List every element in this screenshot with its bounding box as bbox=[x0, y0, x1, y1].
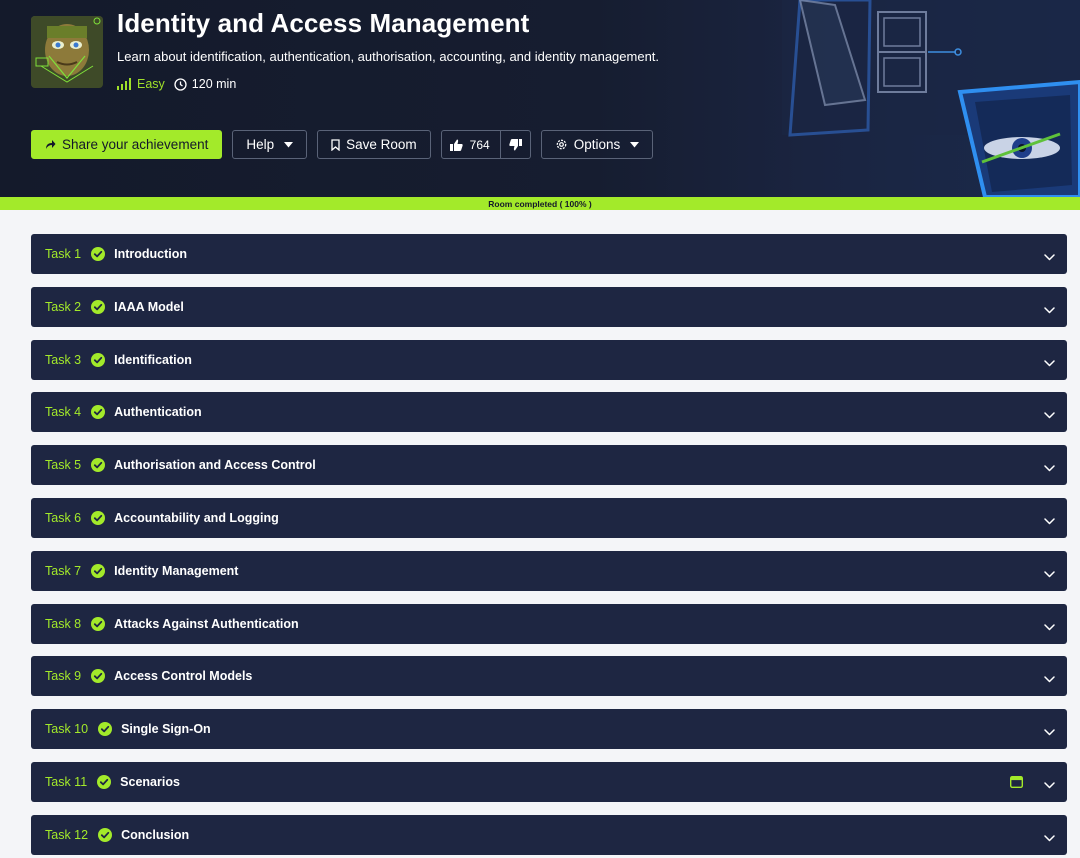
task-number: Task 5 bbox=[45, 458, 82, 473]
task-row[interactable]: Task 6 Accountability and Logging bbox=[31, 497, 1067, 538]
task-number: Task 9 bbox=[45, 669, 82, 684]
room-meta: Easy 120 min bbox=[117, 77, 236, 91]
thumbs-up-icon bbox=[449, 139, 463, 151]
task-number: Task 4 bbox=[45, 405, 82, 420]
task-row[interactable]: Task 1 Introduction bbox=[31, 234, 1067, 274]
difficulty-label: Easy bbox=[137, 77, 165, 91]
check-circle-icon bbox=[91, 247, 106, 261]
share-achievement-button[interactable]: Share your achievement bbox=[31, 130, 223, 159]
task-number: Task 3 bbox=[45, 352, 82, 367]
check-circle-icon bbox=[97, 774, 112, 789]
check-circle-icon bbox=[98, 722, 113, 737]
check-circle-icon bbox=[91, 616, 106, 631]
check-circle-icon bbox=[91, 563, 106, 578]
share-icon bbox=[46, 140, 56, 149]
bookmark-icon bbox=[331, 138, 340, 151]
upvote-button[interactable]: 764 bbox=[442, 131, 501, 158]
room-title: Identity and Access Management bbox=[117, 8, 530, 38]
chevron-down-icon[interactable] bbox=[1044, 670, 1055, 688]
signal-bars-icon bbox=[117, 78, 131, 90]
room-icon bbox=[31, 16, 103, 88]
caret-down-icon bbox=[284, 141, 294, 147]
task-row[interactable]: Task 5 Authorisation and Access Control bbox=[31, 445, 1067, 486]
help-label: Help bbox=[246, 137, 275, 152]
room-header: Identity and Access Management Learn abo… bbox=[0, 0, 1080, 197]
task-title: Single Sign-On bbox=[121, 722, 211, 737]
options-button[interactable]: Options bbox=[540, 130, 654, 159]
check-circle-icon bbox=[98, 827, 113, 842]
task-list: Task 1 Introduction Task 2 IAAA Model Task 3… bbox=[31, 234, 1067, 858]
task-row[interactable]: Task 8 Attacks Against Authentication bbox=[31, 603, 1067, 644]
task-row[interactable]: Task 7 Identity Management bbox=[31, 550, 1067, 591]
chevron-down-icon[interactable] bbox=[1044, 459, 1055, 477]
options-label: Options bbox=[573, 137, 621, 152]
room-progress-bar: Room completed ( 100% ) bbox=[0, 197, 1080, 210]
check-circle-icon bbox=[91, 405, 106, 420]
vote-group: 764 bbox=[440, 130, 531, 159]
task-title: IAAA Model bbox=[114, 299, 184, 314]
chevron-down-icon[interactable] bbox=[1044, 406, 1055, 424]
chevron-down-icon[interactable] bbox=[1044, 248, 1055, 266]
browser-window-icon[interactable] bbox=[1009, 775, 1024, 793]
check-circle-icon bbox=[91, 458, 106, 473]
task-title: Authentication bbox=[114, 405, 202, 420]
duration-label: 120 min bbox=[191, 77, 237, 91]
chevron-down-icon[interactable] bbox=[1044, 301, 1055, 319]
chevron-down-icon[interactable] bbox=[1044, 723, 1055, 741]
task-number: Task 1 bbox=[45, 247, 82, 261]
task-title: Attacks Against Authentication bbox=[114, 616, 299, 631]
task-row[interactable]: Task 4 Authentication bbox=[31, 392, 1067, 433]
task-title: Introduction bbox=[114, 247, 188, 261]
task-title: Accountability and Logging bbox=[114, 510, 279, 525]
progress-label: Room completed ( 100% ) bbox=[488, 198, 592, 209]
downvote-button[interactable] bbox=[501, 131, 530, 158]
task-row[interactable]: Task 10 Single Sign-On bbox=[31, 709, 1067, 750]
clock-icon bbox=[174, 77, 187, 91]
chevron-down-icon[interactable] bbox=[1044, 618, 1055, 636]
thumbs-down-icon bbox=[509, 138, 522, 150]
task-row[interactable]: Task 9 Access Control Models bbox=[31, 656, 1067, 697]
share-achievement-label: Share your achievement bbox=[62, 137, 209, 152]
task-row[interactable]: Task 12 Conclusion bbox=[31, 814, 1067, 855]
chevron-down-icon[interactable] bbox=[1044, 354, 1055, 372]
duration: 120 min bbox=[174, 77, 236, 91]
chevron-down-icon[interactable] bbox=[1044, 776, 1055, 794]
task-title: Identity Management bbox=[114, 563, 239, 578]
task-title: Authorisation and Access Control bbox=[114, 458, 316, 473]
task-number: Task 6 bbox=[45, 510, 82, 525]
task-number: Task 8 bbox=[45, 616, 82, 631]
help-button[interactable]: Help bbox=[232, 130, 308, 159]
check-circle-icon bbox=[91, 352, 106, 367]
room-actions: Share your achievement Help Save Room 76… bbox=[31, 130, 663, 159]
chevron-down-icon[interactable] bbox=[1044, 565, 1055, 583]
task-title: Scenarios bbox=[120, 774, 180, 789]
task-row[interactable]: Task 11 Scenarios bbox=[31, 761, 1067, 802]
task-title: Identification bbox=[114, 352, 192, 367]
task-number: Task 10 bbox=[45, 722, 89, 737]
difficulty-badge: Easy bbox=[117, 77, 165, 91]
like-count: 764 bbox=[469, 137, 490, 152]
task-number: Task 2 bbox=[45, 299, 82, 314]
gear-icon bbox=[556, 139, 567, 150]
task-number: Task 11 bbox=[45, 774, 88, 789]
check-circle-icon bbox=[91, 669, 106, 684]
task-number: Task 7 bbox=[45, 563, 82, 578]
chevron-down-icon[interactable] bbox=[1044, 512, 1055, 530]
task-title: Conclusion bbox=[121, 827, 190, 842]
check-circle-icon bbox=[91, 299, 106, 314]
room-description: Learn about identification, authenticati… bbox=[117, 49, 660, 64]
check-circle-icon bbox=[91, 510, 106, 525]
header-background-art bbox=[782, 0, 1080, 197]
task-row[interactable]: Task 2 IAAA Model bbox=[31, 286, 1067, 327]
caret-down-icon bbox=[630, 141, 640, 147]
save-room-label: Save Room bbox=[346, 137, 417, 152]
chevron-down-icon[interactable] bbox=[1044, 829, 1055, 847]
task-title: Access Control Models bbox=[114, 669, 253, 684]
save-room-button[interactable]: Save Room bbox=[317, 130, 431, 159]
task-row[interactable]: Task 3 Identification bbox=[31, 339, 1067, 380]
task-number: Task 12 bbox=[45, 827, 89, 842]
